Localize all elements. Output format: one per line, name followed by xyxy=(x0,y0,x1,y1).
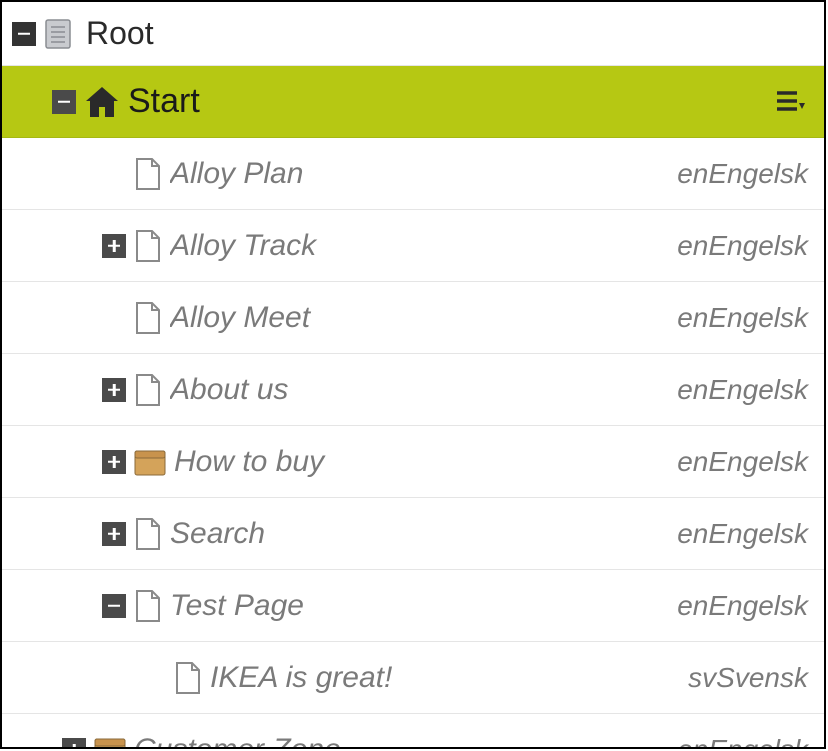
page-tree: Root Start Alloy Plan enEngelsk xyxy=(0,0,826,749)
folder-icon xyxy=(94,735,126,749)
tree-label: Root xyxy=(86,15,814,52)
tree-row-alloy-track[interactable]: Alloy Track enEngelsk xyxy=(2,210,824,282)
tree-row-alloy-plan[interactable]: Alloy Plan enEngelsk xyxy=(2,138,824,210)
context-menu-button[interactable] xyxy=(770,82,810,122)
language-badge: svSvensk xyxy=(688,662,808,694)
tree-row-ikea[interactable]: IKEA is great! svSvensk xyxy=(2,642,824,714)
tree-label: Customer Zone xyxy=(134,733,677,749)
page-icon xyxy=(134,517,162,551)
collapse-toggle[interactable] xyxy=(12,22,36,46)
language-badge: enEngelsk xyxy=(677,734,808,749)
expand-toggle[interactable] xyxy=(102,378,126,402)
language-badge: enEngelsk xyxy=(677,446,808,478)
tree-label: IKEA is great! xyxy=(210,661,688,695)
tree-label: Search xyxy=(170,517,677,551)
tree-label: Alloy Track xyxy=(170,229,677,263)
page-icon xyxy=(134,589,162,623)
expand-toggle[interactable] xyxy=(102,234,126,258)
tree-row-root[interactable]: Root xyxy=(2,2,824,66)
tree-label: Alloy Meet xyxy=(170,301,677,335)
page-icon xyxy=(174,661,202,695)
home-icon xyxy=(84,85,120,119)
tree-row-test-page[interactable]: Test Page enEngelsk xyxy=(2,570,824,642)
language-badge: enEngelsk xyxy=(677,302,808,334)
tree-row-customer-zone[interactable]: Customer Zone enEngelsk xyxy=(2,714,824,749)
folder-icon xyxy=(134,447,166,477)
collapse-toggle[interactable] xyxy=(102,594,126,618)
tree-row-search[interactable]: Search enEngelsk xyxy=(2,498,824,570)
tree-label: Test Page xyxy=(170,589,677,623)
page-icon xyxy=(134,373,162,407)
language-badge: enEngelsk xyxy=(677,374,808,406)
language-badge: enEngelsk xyxy=(677,158,808,190)
root-icon xyxy=(44,18,72,50)
collapse-toggle[interactable] xyxy=(52,90,76,114)
expand-toggle[interactable] xyxy=(102,450,126,474)
page-icon xyxy=(134,157,162,191)
tree-row-start[interactable]: Start xyxy=(2,66,824,138)
language-badge: enEngelsk xyxy=(677,590,808,622)
page-icon xyxy=(134,301,162,335)
tree-label: Alloy Plan xyxy=(170,157,677,191)
expand-toggle[interactable] xyxy=(102,522,126,546)
expand-toggle[interactable] xyxy=(62,738,86,749)
tree-label: About us xyxy=(170,373,677,407)
tree-row-alloy-meet[interactable]: Alloy Meet enEngelsk xyxy=(2,282,824,354)
tree-row-how-to-buy[interactable]: How to buy enEngelsk xyxy=(2,426,824,498)
page-icon xyxy=(134,229,162,263)
language-badge: enEngelsk xyxy=(677,518,808,550)
tree-label: How to buy xyxy=(174,445,677,479)
tree-row-about-us[interactable]: About us enEngelsk xyxy=(2,354,824,426)
tree-label: Start xyxy=(128,82,770,121)
language-badge: enEngelsk xyxy=(677,230,808,262)
